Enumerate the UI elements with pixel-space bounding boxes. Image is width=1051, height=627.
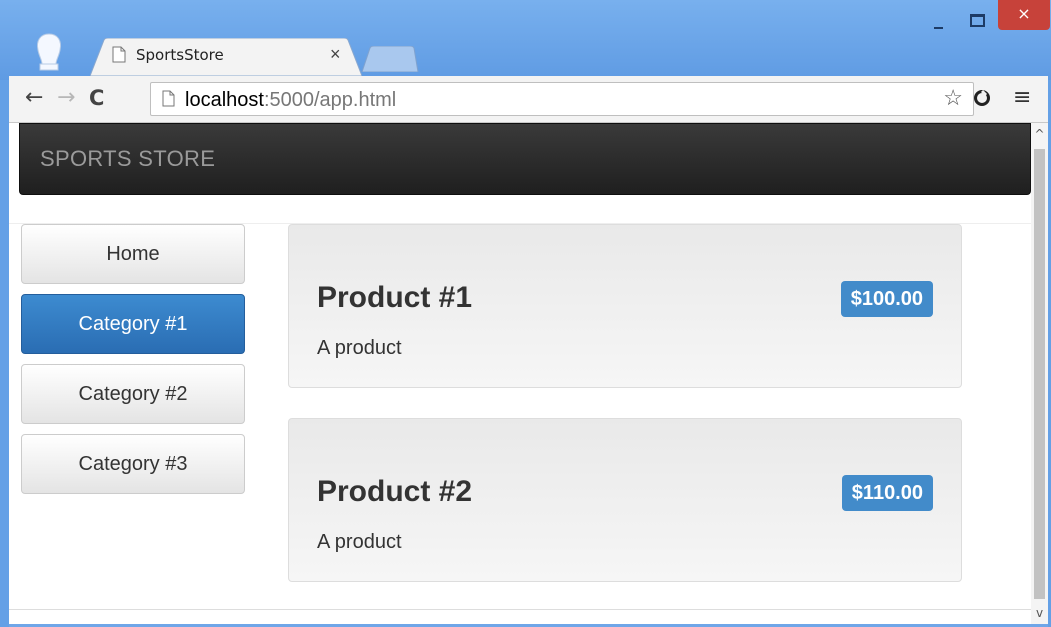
close-window-icon[interactable]: × bbox=[998, 0, 1050, 30]
extension-icon[interactable] bbox=[972, 88, 992, 108]
menu-icon[interactable]: ≡ bbox=[1013, 86, 1031, 110]
page-viewport: SPORTS STORE Home Category #1 Category #… bbox=[9, 123, 1031, 624]
address-bar[interactable]: localhost:5000/app.html ☆ bbox=[150, 82, 974, 116]
maximize-icon[interactable] bbox=[962, 10, 992, 30]
url-path: :5000/app.html bbox=[263, 89, 397, 111]
browser-toolbar: ← → C localhost:5000/app.html ☆ bbox=[9, 76, 1048, 123]
scrollbar-thumb[interactable] bbox=[1034, 149, 1045, 599]
scroll-down-icon[interactable]: v bbox=[1031, 606, 1048, 620]
url-host: localhost bbox=[185, 89, 264, 111]
profile-avatar-icon[interactable] bbox=[32, 32, 66, 72]
page-icon bbox=[162, 90, 175, 107]
tab-title: SportsStore bbox=[136, 46, 224, 64]
tab-close-icon[interactable]: × bbox=[330, 44, 341, 64]
brand-title[interactable]: SPORTS STORE bbox=[40, 146, 215, 172]
new-tab-button[interactable] bbox=[360, 46, 420, 72]
product-card: Product #2 $110.00 A product bbox=[288, 418, 962, 582]
category-button-1[interactable]: Category #1 bbox=[21, 294, 245, 354]
forward-arrow-icon[interactable]: → bbox=[57, 86, 75, 110]
vertical-scrollbar[interactable]: ^ v bbox=[1031, 123, 1048, 624]
price-badge: $100.00 bbox=[840, 281, 933, 317]
price-badge: $110.00 bbox=[841, 475, 933, 511]
divider bbox=[9, 609, 1031, 610]
back-arrow-icon[interactable]: ← bbox=[25, 86, 43, 110]
category-button-3[interactable]: Category #3 bbox=[21, 434, 245, 494]
product-card: Product #1 $100.00 A product bbox=[288, 224, 962, 388]
bookmark-star-icon[interactable]: ☆ bbox=[943, 86, 963, 110]
browser-tab-sportsstore[interactable] bbox=[90, 38, 362, 76]
category-button-2[interactable]: Category #2 bbox=[21, 364, 245, 424]
product-name: Product #2 bbox=[317, 475, 473, 508]
product-description: A product bbox=[317, 337, 402, 359]
scroll-up-icon[interactable]: ^ bbox=[1031, 127, 1048, 141]
category-button-home[interactable]: Home bbox=[21, 224, 245, 284]
navbar: SPORTS STORE bbox=[19, 123, 1031, 195]
page-icon bbox=[112, 46, 126, 63]
product-description: A product bbox=[317, 531, 402, 553]
window-frame-left bbox=[0, 80, 9, 627]
url-text: localhost:5000/app.html bbox=[185, 89, 396, 111]
product-name: Product #1 bbox=[317, 281, 473, 314]
minimize-icon[interactable] bbox=[925, 14, 955, 34]
reload-icon[interactable]: C bbox=[89, 86, 104, 110]
